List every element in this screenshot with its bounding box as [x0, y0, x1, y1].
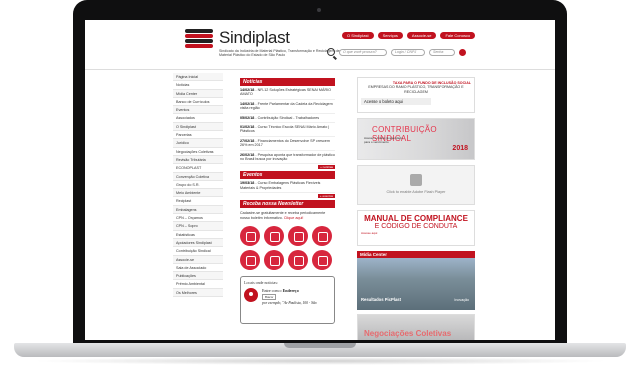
laptop-shadow: [30, 357, 610, 365]
news-item[interactable]: 01/02/18 - Curso Técnico Escola SENAI Má…: [240, 123, 335, 137]
more-events-link[interactable]: + eventos: [317, 194, 335, 199]
top-nav: O Sindiplast Serviços Associe-se Fale Co…: [342, 32, 476, 39]
leftnav-item[interactable]: O Sindiplast: [173, 122, 223, 132]
locator-box: Locais onde noticias: Entre com o Endere…: [240, 276, 335, 325]
leftnav-item[interactable]: Eventos: [173, 106, 223, 115]
service-icons: [240, 226, 335, 271]
flash-placeholder[interactable]: Click to enable Adobe Flash Player: [357, 165, 475, 205]
leftnav-item[interactable]: Embalagens: [173, 205, 223, 215]
leftnav-item[interactable]: Os Melhores: [173, 288, 223, 298]
brand-name[interactable]: Sindiplast: [219, 28, 290, 48]
leftnav-item[interactable]: ECONOPLAST: [173, 164, 223, 173]
topnav-servicos[interactable]: Serviços: [377, 32, 403, 39]
service-icon[interactable]: [288, 250, 308, 271]
camera-dot: [317, 8, 321, 12]
leftnav-item[interactable]: Apoiadores Sindiplast: [173, 238, 223, 248]
search-icon[interactable]: [327, 48, 335, 56]
event-item[interactable]: 19/03/18 - Curso Embalagens Plásticas Fl…: [240, 179, 335, 194]
leftnav-item[interactable]: Prêmio Ambiental: [173, 280, 223, 289]
login-go-button[interactable]: [459, 48, 466, 56]
leftnav-item[interactable]: Página Inicial: [173, 73, 223, 82]
media-center-header: Mídia Center: [357, 251, 475, 258]
taxa-link[interactable]: Acesse o boleto aqui: [361, 98, 431, 106]
leftnav-item[interactable]: Convenção Coletiva: [173, 172, 223, 181]
service-icon[interactable]: [264, 226, 284, 247]
news-item[interactable]: 14/02/18 - Frente Parlamentar da Cadeia …: [240, 100, 335, 114]
news-item[interactable]: 14/02/18 - NR-12 Soluções Estratégicas S…: [240, 86, 335, 100]
news-item[interactable]: 05/02/18 - Contribuição Sindical - Traba…: [240, 114, 335, 124]
leftnav-item[interactable]: Publicações: [173, 272, 223, 281]
leftnav-item[interactable]: CPN – Orçamos: [173, 214, 223, 223]
leftnav-item[interactable]: Grupo do S.R.: [173, 181, 223, 190]
laptop-notch: [284, 343, 356, 348]
leftnav-item[interactable]: Revisão Tributária: [173, 155, 223, 165]
search-input[interactable]: O que você procura?: [339, 48, 387, 56]
left-nav: Página Inicial Notícias Mídia Center Banco …: [173, 73, 223, 298]
service-icon[interactable]: [288, 226, 308, 247]
map-pin-icon: [244, 288, 258, 303]
leftnav-item[interactable]: Contribuição Sindical: [173, 247, 223, 256]
leftnav-item[interactable]: CPN – Sopro: [173, 222, 223, 231]
leftnav-item[interactable]: Parcerias: [173, 131, 223, 140]
locator-title: Locais onde noticias:: [244, 280, 278, 286]
search-row: O que você procura? Login / CNPJ Senha: [327, 48, 466, 56]
locator-example: por exemplo, "Av Paulista, 100 - São: [262, 301, 317, 306]
newsletter-header: Receba nossa Newsletter: [240, 200, 335, 209]
puzzle-icon: [410, 174, 422, 186]
site-header: Sindiplast Sindicato da Indústria de Mat…: [85, 20, 555, 70]
leftnav-item[interactable]: Associados: [173, 114, 223, 123]
newsletter-text: Cadastre-se gratuitamente e receba perio…: [240, 211, 326, 220]
leftnav-item[interactable]: Reciplast: [173, 197, 223, 206]
leftnav-item[interactable]: Negociações Coletivas: [173, 148, 223, 156]
center-column: Notícias 14/02/18 - NR-12 Soluções Estra…: [240, 78, 335, 325]
logo-icon[interactable]: [185, 29, 213, 49]
right-column: TAXA PARA O FUNDO DE INCLUSÃO SOCIAL EMP…: [357, 77, 475, 340]
leftnav-item[interactable]: Associe-se: [173, 255, 223, 264]
taxa-banner[interactable]: TAXA PARA O FUNDO DE INCLUSÃO SOCIAL EMP…: [357, 77, 475, 113]
newsletter-link[interactable]: Clique aqui!: [284, 216, 303, 220]
leftnav-item[interactable]: Mídia Center: [173, 89, 223, 98]
news-list: 14/02/18 - NR-12 Soluções Estratégicas S…: [240, 86, 335, 165]
leftnav-item[interactable]: Jurídico: [173, 139, 223, 148]
compliance-banner[interactable]: MANUAL DE COMPLIANCE E CÓDIGO DE CONDUTA…: [357, 210, 475, 246]
scene: Sindiplast Sindicato da Indústria de Mat…: [0, 0, 640, 377]
service-icon[interactable]: [312, 226, 332, 247]
compliance-link[interactable]: Acesse aqui: [358, 231, 474, 235]
events-header: Eventos: [240, 171, 335, 180]
locator-search-button[interactable]: Buscar: [262, 294, 277, 301]
leftnav-item[interactable]: Sala de Associado: [173, 264, 223, 273]
news-header: Notícias: [240, 78, 335, 86]
login-input[interactable]: Login / CNPJ: [391, 48, 425, 56]
contrib-banner[interactable]: CONTRIBUIÇÃO SINDICAL Acesse o boleto já…: [357, 118, 475, 160]
media-center-photo[interactable]: Resultados PicPlast Inovação: [357, 258, 475, 310]
more-news-link[interactable]: + notícias: [318, 165, 335, 170]
service-icon[interactable]: [240, 226, 260, 247]
service-icon[interactable]: [264, 250, 284, 271]
topnav-associe[interactable]: Associe-se: [406, 32, 437, 39]
negociacoes-banner[interactable]: Negociações Coletivas: [357, 314, 475, 340]
leftnav-item[interactable]: Notícias: [173, 81, 223, 90]
service-icon[interactable]: [240, 250, 260, 271]
topnav-sindiplast[interactable]: O Sindiplast: [342, 32, 374, 39]
leftnav-item[interactable]: Estatísticas: [173, 231, 223, 239]
password-input[interactable]: Senha: [429, 48, 455, 56]
service-icon[interactable]: [312, 250, 332, 271]
news-item[interactable]: 27/02/18 - Financiamentos do Desenvolve …: [240, 137, 335, 151]
news-item[interactable]: 26/02/18 - Pesquisa aponta que transform…: [240, 151, 335, 165]
browser-screen: Sindiplast Sindicato da Indústria de Mat…: [85, 20, 555, 340]
topnav-fale-conosco[interactable]: Fale Conosco: [440, 32, 476, 39]
leftnav-item[interactable]: Meio Ambiente: [173, 189, 223, 198]
leftnav-item[interactable]: Banco de Currículos: [173, 98, 223, 107]
